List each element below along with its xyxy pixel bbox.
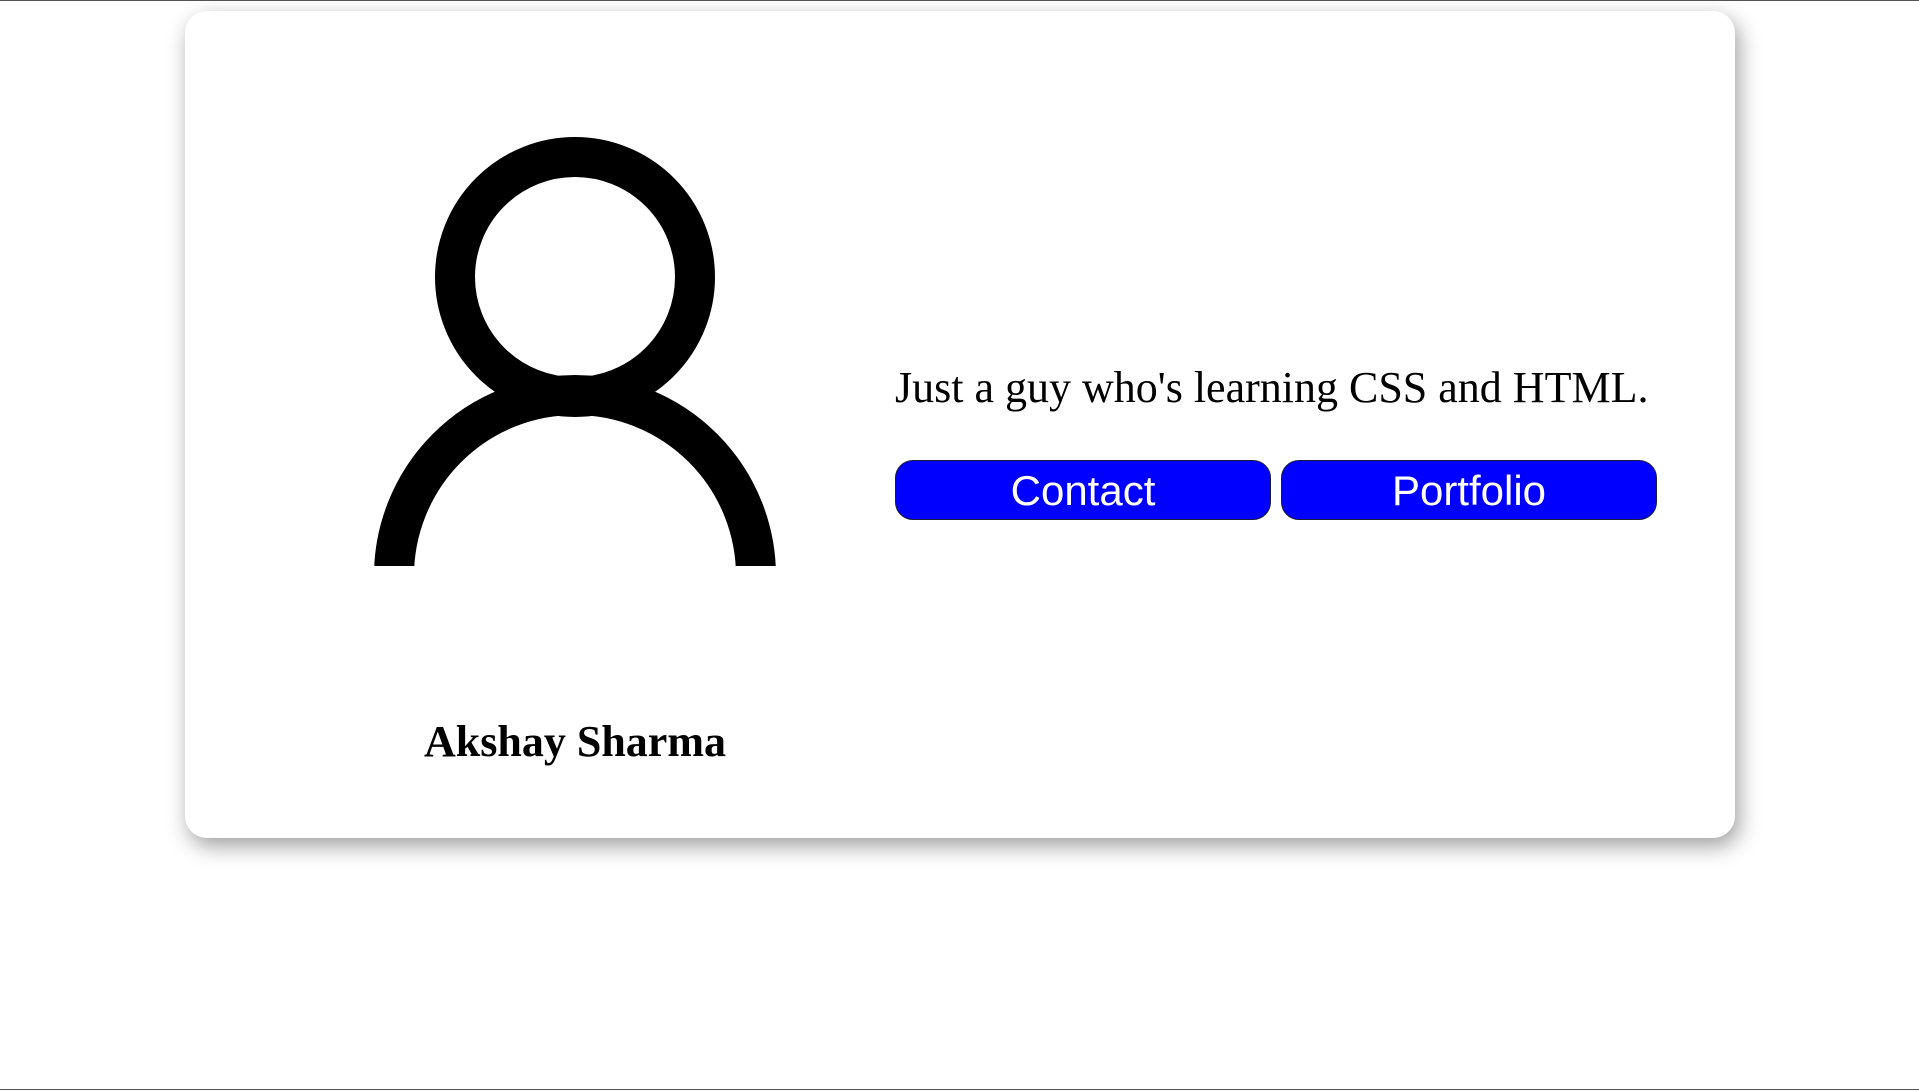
portfolio-button[interactable]: Portfolio xyxy=(1281,460,1657,520)
profile-bio: Just a guy who's learning CSS and HTML. xyxy=(895,363,1649,412)
contact-button[interactable]: Contact xyxy=(895,460,1271,520)
top-border xyxy=(0,0,1919,1)
profile-name: Akshay Sharma xyxy=(424,717,726,766)
bottom-border xyxy=(0,1089,1919,1090)
user-icon xyxy=(374,136,776,576)
